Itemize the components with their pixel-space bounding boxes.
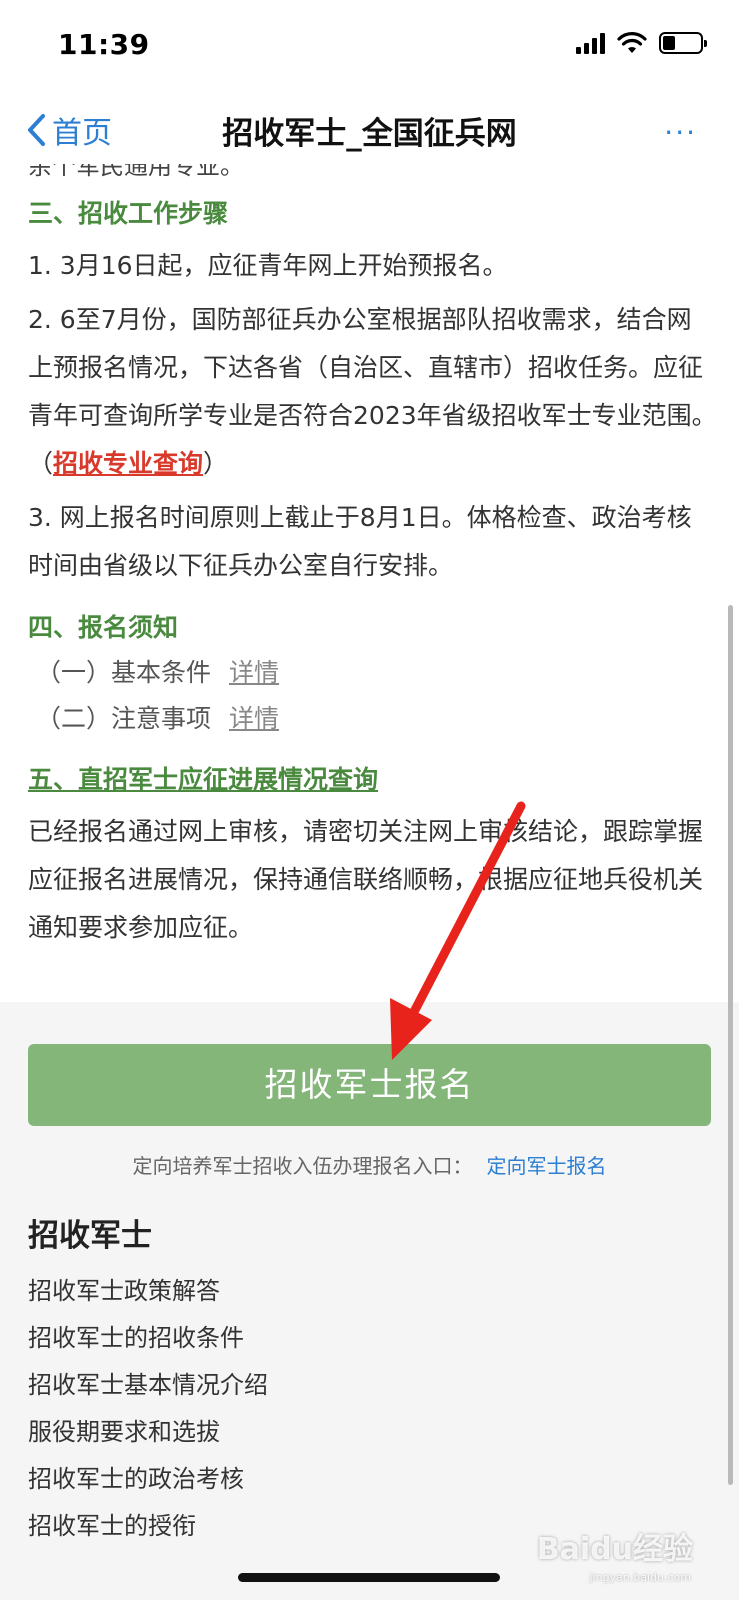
related-links-list: 招收军士政策解答 招收军士的招收条件 招收军士基本情况介绍 服役期要求和选拔 招… [28,1268,268,1550]
section-title-related: 招收军士 [28,1218,152,1254]
list-item[interactable]: 招收军士的授衔 [28,1503,268,1550]
list-item[interactable]: 招收军士的政治考核 [28,1456,268,1503]
status-icons [576,32,707,54]
progress-query-link[interactable]: 五、直招军士应征进展情况查询 [28,758,711,802]
basic-conditions-detail-link[interactable]: 详情 [229,658,279,687]
home-indicator[interactable] [238,1573,500,1582]
directed-enroll-line: 定向培养军士招收入伍办理报名入口： 定向军士报名 [0,1150,739,1179]
scrollbar[interactable] [728,605,733,1485]
step-2-close: ） [203,449,229,478]
status-bar: 11:39 [0,0,739,96]
article-content: 余个军民通用专业。 三、招收工作步骤 1. 3月16日起，应征青年网上开始预报名… [0,164,739,1002]
more-icon[interactable]: ··· [664,116,697,149]
step-2-paragraph: 2. 6至7月份，国防部征兵办公室根据部队招收需求，结合网上预报名情况，下达各省… [28,296,729,488]
cellular-signal-icon [576,32,605,54]
section-heading-steps: 三、招收工作步骤 [28,199,229,228]
directed-enroll-label: 定向培养军士招收入伍办理报名入口： [132,1154,473,1178]
bottom-panel: 招收军士报名 定向培养军士招收入伍办理报名入口： 定向军士报名 招收军士 招收军士… [0,1002,739,1600]
list-item[interactable]: 招收军士的招收条件 [28,1315,268,1362]
notes-detail-link[interactable]: 详情 [229,704,279,733]
nav-bar: 首页 招收军士_全国征兵网 ··· [0,96,739,164]
page-title: 招收军士_全国征兵网 [222,116,517,152]
notice-item-basic: （一）基本条件 详情 [28,650,711,696]
enroll-button[interactable]: 招收军士报名 [28,1044,711,1126]
section-heading-notice: 四、报名须知 [28,613,179,642]
list-item[interactable]: 招收军士政策解答 [28,1268,268,1315]
notice-item-label: （二）注意事项 [36,704,212,733]
list-item[interactable]: 服役期要求和选拔 [28,1409,268,1456]
baidu-watermark-url: jingyan.baidu.com [589,1571,691,1584]
major-query-link[interactable]: 招收专业查询 [53,449,203,478]
step-3-text: 3. 网上报名时间原则上截止于8月1日。体格检查、政治考核时间由省级以下征兵办公… [28,503,692,580]
notice-item-label: （一）基本条件 [36,658,212,687]
status-time: 11:39 [58,28,150,61]
wifi-icon [617,32,647,53]
progress-text: 已经报名通过网上审核，请密切关注网上审核结论，跟踪掌握应征报名进展情况，保持通信… [28,817,704,942]
directed-enroll-link[interactable]: 定向军士报名 [487,1154,607,1178]
battery-icon [659,32,707,54]
list-item[interactable]: 招收军士基本情况介绍 [28,1362,268,1409]
clipped-text: 余个军民通用专业。 [28,164,244,180]
baidu-watermark-logo: Baidu经验 [536,1532,693,1567]
notice-item-notes: （二）注意事项 详情 [28,696,711,742]
step-1-text: 1. 3月16日起，应征青年网上开始预报名。 [28,251,508,280]
